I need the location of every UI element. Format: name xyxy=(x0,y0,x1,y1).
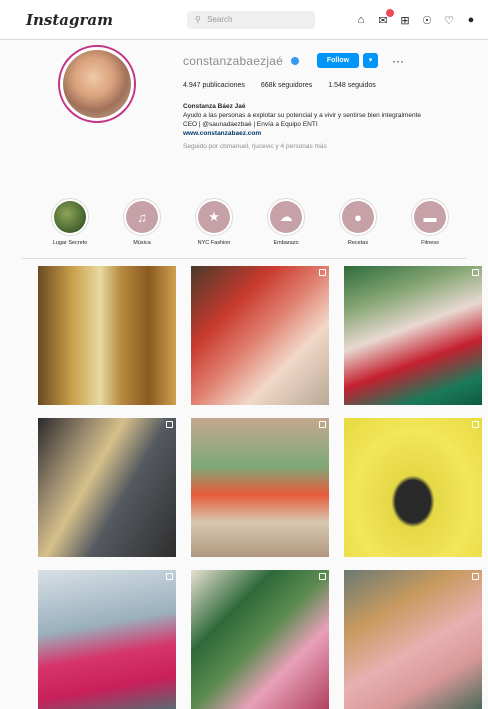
post-thumbnail[interactable] xyxy=(38,570,176,709)
search-icon: ⚲ xyxy=(195,15,201,24)
new-post-icon[interactable]: ⊞ xyxy=(397,12,413,28)
post-thumbnail[interactable] xyxy=(344,418,482,557)
verified-icon xyxy=(290,56,299,65)
nav-icons: ⌂ ✉ ⊞ ☉ ♡ ● xyxy=(353,9,479,28)
follow-button[interactable]: Follow xyxy=(316,53,359,68)
carousel-icon xyxy=(319,573,326,580)
profile-bio: Constanza Báez Jaé Ayudo a las personas … xyxy=(183,102,483,151)
more-options-button[interactable]: ··· xyxy=(392,54,404,68)
profile-stats: 4.947 publicaciones 668k seguidores 1.54… xyxy=(183,82,376,89)
activity-icon[interactable]: ♡ xyxy=(441,12,457,28)
profile-icon[interactable]: ● xyxy=(463,12,479,28)
music-icon: ♫ xyxy=(126,201,158,233)
chevron-down-icon[interactable]: ▾ xyxy=(362,53,378,68)
highlight-nyc-fashion[interactable]: ★ NYC Fashion xyxy=(184,198,244,246)
highlight-lugar-secreto[interactable]: Lugar Secreto xyxy=(40,198,100,246)
carousel-icon xyxy=(472,269,479,276)
followers-count[interactable]: 668k seguidores xyxy=(261,82,312,89)
carousel-icon xyxy=(319,269,326,276)
highlight-label: Lugar Secreto xyxy=(52,240,88,246)
search-placeholder: Search xyxy=(207,15,233,24)
highlight-label: Recetas xyxy=(347,240,369,246)
story-highlights: Lugar Secreto ♫ Música ★ NYC Fashion ☁ E… xyxy=(40,198,460,246)
post-thumbnail[interactable] xyxy=(38,266,176,405)
highlight-photo xyxy=(54,201,86,233)
following-count[interactable]: 1.548 seguidos xyxy=(328,82,375,89)
posts-count: 4.947 publicaciones xyxy=(183,82,245,89)
notification-badge xyxy=(386,9,394,17)
bio-name: Constanza Báez Jaé xyxy=(183,103,246,110)
bio-line-1: Ayudo a las personas a explotar su poten… xyxy=(183,112,421,119)
highlight-label: Música xyxy=(133,240,151,246)
section-divider xyxy=(22,258,466,259)
fashion-icon: ★ xyxy=(198,201,230,233)
explore-icon[interactable]: ☉ xyxy=(419,12,435,28)
post-thumbnail[interactable] xyxy=(191,418,329,557)
highlight-recetas[interactable]: ● Recetas xyxy=(328,198,388,246)
username-row: constanzabaezjaé Follow ▾ ··· xyxy=(183,53,404,68)
post-thumbnail[interactable] xyxy=(344,266,482,405)
carousel-icon xyxy=(472,421,479,428)
bio-website-link[interactable]: www.constanzabaez.com xyxy=(183,129,483,138)
carousel-icon xyxy=(472,573,479,580)
top-nav-bar: Instagram ⚲ Search ⌂ ✉ ⊞ ☉ ♡ ● xyxy=(0,0,488,40)
search-input[interactable]: ⚲ Search xyxy=(187,11,315,29)
avatar-image xyxy=(63,50,131,118)
bio-line-2: CEO | @saunadaezbaé | Envía a Equipo ENT… xyxy=(183,121,318,128)
carousel-icon xyxy=(319,421,326,428)
home-icon[interactable]: ⌂ xyxy=(353,12,369,28)
post-thumbnail[interactable] xyxy=(191,266,329,405)
carousel-icon xyxy=(166,573,173,580)
followed-by-text[interactable]: Seguido por cbmanuel, rjucevic y 4 perso… xyxy=(183,142,483,151)
baby-icon: ☁ xyxy=(270,201,302,233)
apple-icon: ● xyxy=(342,201,374,233)
instagram-logo[interactable]: Instagram xyxy=(26,11,113,29)
post-thumbnail[interactable] xyxy=(344,570,482,709)
highlight-musica[interactable]: ♫ Música xyxy=(112,198,172,246)
post-thumbnail[interactable] xyxy=(38,418,176,557)
dumbbell-icon: ▬ xyxy=(414,201,446,233)
profile-username: constanzabaezjaé xyxy=(183,53,283,68)
highlight-label: Fitness xyxy=(421,240,439,246)
highlight-label: NYC Fashion xyxy=(197,240,231,246)
highlight-embarazo[interactable]: ☁ Embarazo xyxy=(256,198,316,246)
post-thumbnail[interactable] xyxy=(191,570,329,709)
highlight-label: Embarazo xyxy=(273,240,299,246)
profile-avatar[interactable] xyxy=(58,45,136,123)
direct-icon[interactable]: ✉ xyxy=(375,9,394,28)
highlight-fitness[interactable]: ▬ Fitness xyxy=(400,198,460,246)
carousel-icon xyxy=(166,421,173,428)
